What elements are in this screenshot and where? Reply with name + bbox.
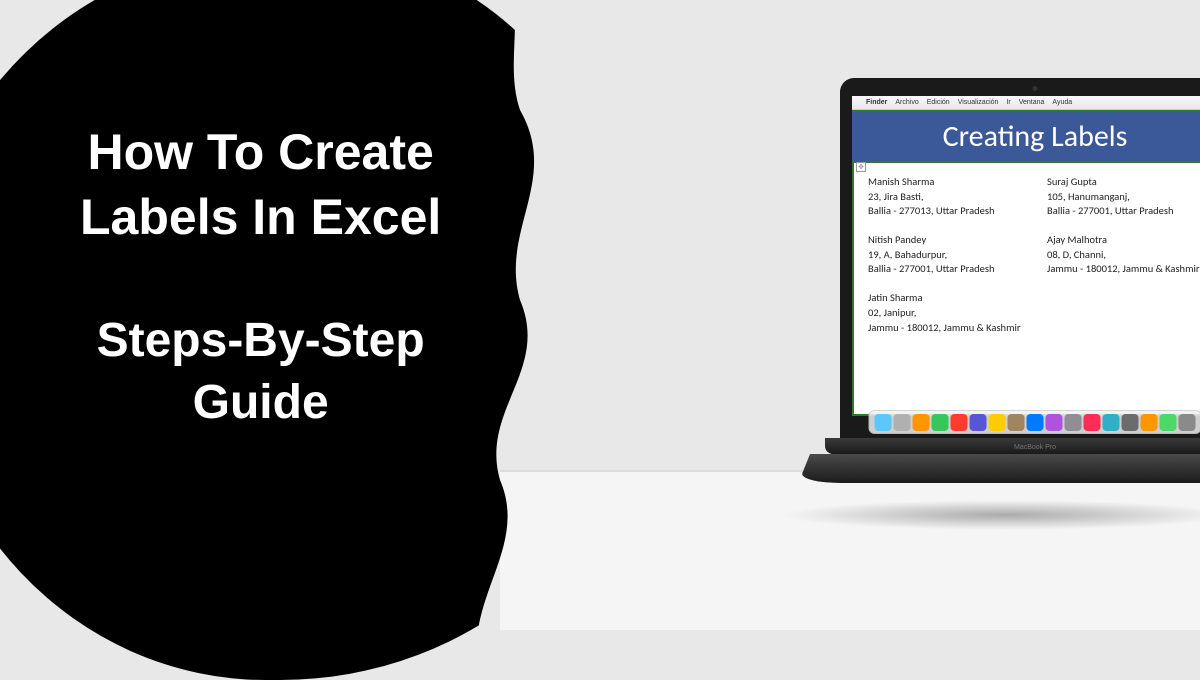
laptop-bezel: Finder Archivo Edición Visualización Ir … xyxy=(840,78,1200,438)
laptop-camera-icon xyxy=(1033,86,1038,91)
subtitle-line-2: Guide xyxy=(80,372,441,434)
menubar-item-ayuda[interactable]: Ayuda xyxy=(1052,99,1072,106)
label-addr1: 02, Janipur, xyxy=(868,306,1027,321)
dock-app-icon[interactable] xyxy=(1084,414,1101,417)
dock-app-icon[interactable] xyxy=(1027,414,1044,417)
main-title: How To Create Labels In Excel xyxy=(80,120,441,250)
label-addr2: Ballia - 277001, Uttar Pradesh xyxy=(868,262,1027,277)
label-name: Ajay Malhotra xyxy=(1047,233,1200,248)
laptop: Finder Archivo Edición Visualización Ir … xyxy=(840,78,1200,508)
dock-app-icon[interactable] xyxy=(1008,414,1025,417)
dock-app-icon[interactable] xyxy=(913,414,930,417)
label-name: Jatin Sharma xyxy=(868,291,1027,306)
headline-block: How To Create Labels In Excel Steps-By-S… xyxy=(80,120,441,435)
laptop-base xyxy=(798,454,1200,483)
label-cell: Ajay Malhotra 08, D, Channi, Jammu - 180… xyxy=(1047,233,1200,277)
laptop-brand-label: MacBook Pro xyxy=(1014,444,1056,451)
menubar-app-name[interactable]: Finder xyxy=(866,99,887,106)
dock-app-icon[interactable] xyxy=(970,414,987,417)
subtitle: Steps-By-Step Guide xyxy=(80,310,441,435)
menubar-item-visualizacion[interactable]: Visualización xyxy=(958,99,999,106)
label-name: Manish Sharma xyxy=(868,175,1027,190)
label-addr1: 19, A, Bahadurpur, xyxy=(868,248,1027,263)
labels-grid: ✥ Manish Sharma 23, Jira Basti, Ballia -… xyxy=(852,163,1200,416)
label-addr2: Ballia - 277013, Uttar Pradesh xyxy=(868,204,1027,219)
menubar-item-edicion[interactable]: Edición xyxy=(927,99,950,106)
label-addr1: 08, D, Channi, xyxy=(1047,248,1200,263)
label-cell: Manish Sharma 23, Jira Basti, Ballia - 2… xyxy=(868,175,1027,219)
title-line-1: How To Create xyxy=(80,120,441,185)
dock-app-icon[interactable] xyxy=(1141,414,1158,417)
laptop-hinge: MacBook Pro xyxy=(825,438,1200,454)
macos-menubar: Finder Archivo Edición Visualización Ir … xyxy=(852,96,1200,110)
label-addr2: Jammu - 180012, Jammu & Kashmir xyxy=(868,321,1027,336)
label-addr1: 23, Jira Basti, xyxy=(868,190,1027,205)
dock-app-icon[interactable] xyxy=(932,414,949,417)
title-line-2: Labels In Excel xyxy=(80,185,441,250)
laptop-screen: Finder Archivo Edición Visualización Ir … xyxy=(852,96,1200,416)
dock-app-icon[interactable] xyxy=(1065,414,1082,417)
dock-app-icon[interactable] xyxy=(875,414,892,417)
dock-app-icon[interactable] xyxy=(1179,414,1196,417)
label-name: Suraj Gupta xyxy=(1047,175,1200,190)
menubar-item-ir[interactable]: Ir xyxy=(1006,99,1010,106)
dock-app-icon[interactable] xyxy=(1160,414,1177,417)
dock-app-icon[interactable] xyxy=(894,414,911,417)
document-banner: Creating Labels xyxy=(852,110,1200,163)
dock-app-icon[interactable] xyxy=(951,414,968,417)
dock-app-icon[interactable] xyxy=(1103,414,1120,417)
dock-app-icon[interactable] xyxy=(1046,414,1063,417)
label-addr2: Jammu - 180012, Jammu & Kashmir xyxy=(1047,262,1200,277)
dock-app-icon[interactable] xyxy=(1122,414,1139,417)
menubar-item-archivo[interactable]: Archivo xyxy=(895,99,918,106)
macos-dock xyxy=(869,410,1200,416)
menubar-item-ventana[interactable]: Ventana xyxy=(1019,99,1045,106)
label-addr2: Ballia - 277001, Uttar Pradesh xyxy=(1047,204,1200,219)
label-addr1: 105, Hanumanganj, xyxy=(1047,190,1200,205)
label-name: Nitish Pandey xyxy=(868,233,1027,248)
label-cell: Suraj Gupta 105, Hanumanganj, Ballia - 2… xyxy=(1047,175,1200,219)
subtitle-line-1: Steps-By-Step xyxy=(80,310,441,372)
table-move-handle-icon[interactable]: ✥ xyxy=(856,162,866,172)
label-cell: Jatin Sharma 02, Janipur, Jammu - 180012… xyxy=(868,291,1027,335)
dock-app-icon[interactable] xyxy=(989,414,1006,417)
label-cell: Nitish Pandey 19, A, Bahadurpur, Ballia … xyxy=(868,233,1027,277)
